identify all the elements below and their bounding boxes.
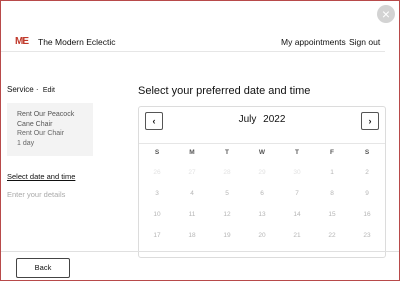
chevron-right-icon: ›: [368, 116, 372, 126]
service-summary-card: Rent Our Peacock Cane Chair Rent Our Cha…: [7, 103, 93, 156]
calendar-day[interactable]: 18: [182, 232, 202, 239]
close-icon: ×: [381, 6, 391, 22]
calendar-day[interactable]: 2: [357, 169, 377, 176]
calendar-day: 29: [258, 169, 266, 176]
separator-dot: ·: [35, 85, 39, 94]
calendar-day[interactable]: 15: [322, 211, 342, 218]
month-label: July: [238, 114, 257, 125]
edit-service-link[interactable]: Edit: [43, 87, 55, 94]
weekday-header: S: [154, 149, 160, 156]
calendar-day[interactable]: 9: [357, 190, 377, 197]
calendar-day[interactable]: 3: [147, 190, 167, 197]
weekday-header: T: [225, 149, 229, 156]
weekday-header: T: [295, 149, 299, 156]
weekday-header: W: [258, 149, 266, 156]
brand-logo: ME: [15, 36, 29, 47]
calendar-day[interactable]: 6: [252, 190, 272, 197]
calendar-day[interactable]: 5: [217, 190, 237, 197]
footer: Back: [1, 251, 399, 280]
calendar-day[interactable]: 20: [252, 232, 272, 239]
step-select-date-time[interactable]: Select date and time: [7, 172, 101, 181]
brand-name: The Modern Eclectic: [38, 37, 116, 47]
calendar-day[interactable]: 21: [287, 232, 307, 239]
my-appointments-link[interactable]: My appointments: [281, 37, 346, 47]
year-label: 2022: [263, 114, 286, 125]
sidebar: Service · Edit Rent Our Peacock Cane Cha…: [7, 85, 101, 199]
header: ME The Modern Eclectic My appointments S…: [1, 1, 385, 52]
calendar-day[interactable]: 14: [287, 211, 307, 218]
calendar-day[interactable]: 8: [322, 190, 342, 197]
close-button[interactable]: ×: [377, 5, 395, 23]
calendar-day: 30: [293, 169, 301, 176]
calendar-day[interactable]: 13: [252, 211, 272, 218]
service-category: Rent Our Chair: [17, 130, 65, 137]
step-enter-details: Enter your details: [7, 190, 66, 199]
service-heading: Service · Edit: [7, 85, 101, 94]
calendar-day[interactable]: 17: [147, 232, 167, 239]
calendar-day: 26: [153, 169, 161, 176]
back-button[interactable]: Back: [16, 258, 70, 278]
calendar-day[interactable]: 7: [287, 190, 307, 197]
service-duration: 1 day: [17, 139, 35, 147]
service-name: Rent Our Peacock Cane Chair: [17, 111, 75, 128]
calendar-day[interactable]: 16: [357, 211, 377, 218]
calendar-divider: [139, 143, 385, 144]
calendar-day: 28: [223, 169, 231, 176]
calendar-day: 27: [188, 169, 196, 176]
page-title: Select your preferred date and time: [138, 85, 311, 97]
next-month-button[interactable]: ›: [361, 112, 379, 130]
weekday-header: F: [330, 149, 334, 156]
weekday-header: S: [364, 149, 370, 156]
calendar-day[interactable]: 4: [182, 190, 202, 197]
weekday-header: M: [189, 149, 195, 156]
calendar-day[interactable]: 23: [357, 232, 377, 239]
calendar-day[interactable]: 22: [322, 232, 342, 239]
calendar-day[interactable]: 10: [147, 211, 167, 218]
booking-window: ME The Modern Eclectic My appointments S…: [0, 0, 400, 281]
calendar-day[interactable]: 19: [217, 232, 237, 239]
calendar-day[interactable]: 1: [322, 169, 342, 176]
sign-out-link[interactable]: Sign out: [349, 37, 380, 47]
service-label: Service: [7, 85, 34, 94]
calendar-day[interactable]: 11: [182, 211, 202, 218]
month-year-label: July 2022: [139, 114, 385, 125]
logo-mark: ME: [15, 36, 29, 47]
calendar: ‹ July 2022 › S M T W T F S 26 27 28 29 30 1 2 3 4 5 6 7 8 9…: [138, 106, 386, 258]
calendar-day[interactable]: 12: [217, 211, 237, 218]
